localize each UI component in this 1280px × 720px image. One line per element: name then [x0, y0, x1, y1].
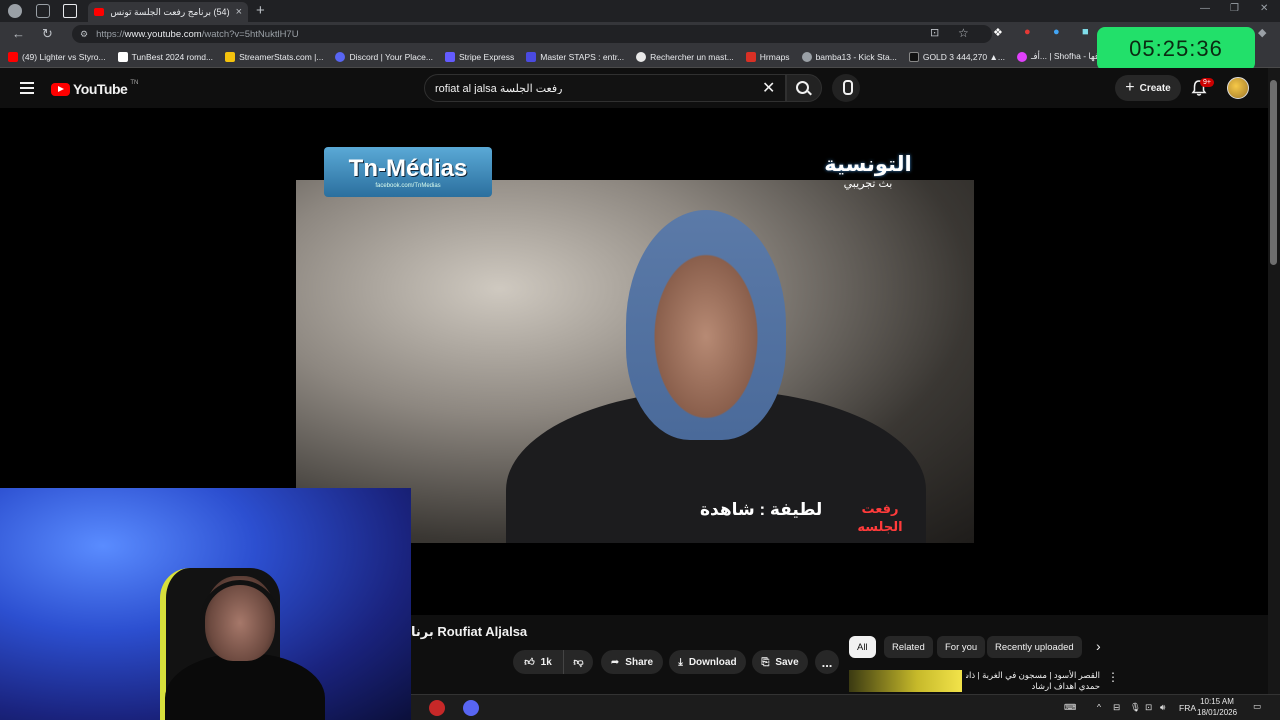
bookmark-icon: ⎘ — [761, 656, 770, 668]
recommendation-menu-icon[interactable]: ⋮ — [1107, 670, 1119, 684]
bookmark-favicon-icon — [335, 51, 346, 62]
search-button[interactable] — [786, 74, 822, 102]
voice-search-button[interactable] — [832, 74, 860, 102]
volume-icon[interactable]: 🔊︎ — [1160, 702, 1165, 713]
chip-all[interactable]: All — [849, 636, 876, 658]
chip-recently-uploaded[interactable]: Recently uploaded — [987, 636, 1082, 658]
bookmark-item[interactable]: GOLD 3 444,270 ▲... — [908, 51, 1005, 62]
account-avatar[interactable] — [1227, 77, 1249, 99]
download-icon: ⤓ — [678, 656, 683, 668]
dislike-button[interactable]: 👎︎ — [563, 650, 593, 674]
tab-title: (54) برنامج رفعت الجلسة تونس قد... — [110, 6, 230, 17]
create-button[interactable]: + Create — [1115, 75, 1181, 101]
youtube-logo[interactable]: YouTube TN — [51, 80, 138, 97]
bookmark-favicon-icon — [117, 51, 128, 62]
network-icon[interactable]: ⊟ — [1113, 702, 1120, 713]
url-bar[interactable]: ⚙ https://www.youtube.com/watch?v=5htNuk… — [72, 25, 992, 43]
chip-for-you[interactable]: For you — [937, 636, 986, 658]
taskbar-app-icon[interactable] — [429, 700, 445, 716]
profile-icon[interactable] — [8, 4, 22, 18]
site-info-icon[interactable]: ⚙ — [80, 29, 88, 40]
tn-medias-watermark: Tn-Médias facebook.com/TnMedias — [324, 147, 492, 197]
youtube-header: YouTube TN ✕ + Create 9+ — [0, 68, 1280, 108]
search-box[interactable] — [424, 74, 786, 102]
video-title: برنا Roufiat Aljalsa — [411, 624, 528, 639]
tray-expand-icon[interactable]: ^ — [1097, 702, 1101, 712]
taskbar-discord-icon[interactable] — [463, 700, 479, 716]
notification-center-icon[interactable]: ▭ — [1253, 701, 1261, 712]
like-button[interactable]: 👍︎ 1k — [513, 650, 563, 674]
address-toolbar: ← ↻ ⚙ https://www.youtube.com/watch?v=5h… — [0, 22, 1280, 46]
taskbar-clock[interactable]: 10:15 AM 18/01/2026 — [1197, 696, 1237, 718]
extension-3-icon[interactable]: ● — [1053, 26, 1060, 38]
thumbs-down-icon: 👎︎ — [573, 657, 584, 668]
youtube-favicon-icon — [94, 8, 104, 16]
channel-logo: التونسية بث تجريبي — [824, 153, 912, 190]
extension-2-icon[interactable]: ● — [1024, 26, 1031, 38]
bookmark-item[interactable]: Rechercher un mast... — [636, 51, 734, 62]
scrollbar-thumb[interactable] — [1270, 80, 1277, 265]
maximize-icon[interactable]: ❐ — [1230, 3, 1239, 14]
tab-youtube[interactable]: (54) برنامج رفعت الجلسة تونس قد... × — [88, 2, 248, 22]
bookmark-item[interactable]: TunBest 2024 romd... — [117, 51, 213, 62]
back-icon[interactable]: ← — [12, 26, 25, 41]
reload-icon[interactable]: ↻ — [42, 26, 53, 42]
keyboard-icon[interactable]: ⌨ — [1064, 702, 1076, 713]
bookmark-favicon-icon — [908, 51, 919, 62]
lower-third-caption: لطيفة : شاهدة — [700, 500, 823, 519]
thumbs-up-icon: 👍︎ — [524, 657, 535, 668]
wifi-icon[interactable]: ⊡ — [1145, 702, 1152, 713]
recommended-video-thumbnail[interactable] — [849, 670, 962, 692]
save-button[interactable]: ⎘ Save — [752, 650, 808, 674]
bookmark-item[interactable]: StreamerStats.com |... — [225, 51, 323, 62]
workspaces-icon[interactable] — [36, 4, 50, 18]
download-button[interactable]: ⤓ Download — [669, 650, 746, 674]
bookmark-favicon-icon — [444, 51, 455, 62]
extension-1-icon[interactable]: ❖ — [993, 26, 1003, 39]
bookmark-item[interactable]: Hrmaps — [745, 51, 790, 62]
tab-actions-icon[interactable] — [63, 4, 77, 18]
plus-icon: + — [1125, 79, 1135, 96]
hamburger-menu-icon[interactable] — [20, 82, 34, 94]
language-indicator[interactable]: FRA — [1179, 703, 1196, 713]
bookmark-favicon-icon — [1016, 51, 1027, 62]
tab-close-icon[interactable]: × — [236, 6, 242, 18]
bookmark-item[interactable]: Discord | Your Place... — [335, 51, 433, 62]
share-button[interactable]: ➦ Share — [601, 650, 663, 674]
bookmark-favicon-icon — [636, 51, 647, 62]
bookmark-item[interactable]: Master STAPS : entr... — [526, 51, 624, 62]
interviewee-head — [626, 210, 786, 440]
bookmark-item[interactable]: (49) Lighter vs Styro... — [8, 51, 106, 62]
extension-4-icon[interactable]: ■ — [1082, 26, 1089, 38]
show-logo: رفعت الجلسه — [857, 501, 903, 534]
bookmark-favicon-icon — [225, 51, 236, 62]
url-text: https://www.youtube.com/watch?v=5htNuktl… — [96, 28, 299, 40]
new-tab-button[interactable]: + — [256, 2, 265, 19]
install-app-icon[interactable]: ⊡ — [930, 26, 939, 39]
bookmark-favicon-icon — [801, 51, 812, 62]
bookmark-item[interactable]: bamba13 - Kick Sta... — [801, 51, 897, 62]
minimize-icon[interactable]: — — [1200, 3, 1210, 14]
bookmark-item[interactable]: Stripe Express — [444, 51, 514, 62]
bookmark-favicon-icon — [526, 51, 537, 62]
notification-badge: 9+ — [1200, 78, 1214, 87]
bookmark-favicon-icon — [745, 51, 756, 62]
youtube-play-icon — [51, 82, 70, 96]
clear-search-icon[interactable]: ✕ — [762, 78, 775, 98]
bookmark-star-icon[interactable]: ☆ — [958, 26, 969, 40]
browser-tab-bar: (54) برنامج رفعت الجلسة تونس قد... × + —… — [0, 0, 1280, 22]
search-input[interactable] — [435, 82, 755, 94]
close-window-icon[interactable]: ✕ — [1260, 3, 1268, 14]
bookmarks-bar: (49) Lighter vs Styro... TunBest 2024 ro… — [0, 46, 1280, 68]
more-actions-button[interactable]: ... — [815, 650, 839, 674]
share-arrow-icon: ➦ — [610, 656, 620, 668]
recommended-video-title[interactable]: القصر الأسود | مسجون في الغربة | ذاشوقل … — [966, 670, 1100, 692]
bookmark-favicon-icon — [8, 51, 18, 62]
extension-5-icon[interactable]: ◆ — [1258, 26, 1266, 39]
chevron-right-icon[interactable]: › — [1096, 638, 1101, 654]
chip-related[interactable]: Related — [884, 636, 933, 658]
stream-timer: 05:25:36 — [1097, 27, 1255, 71]
webcam-overlay — [0, 488, 411, 720]
microphone-icon[interactable]: 🎙︎ — [1130, 702, 1141, 713]
